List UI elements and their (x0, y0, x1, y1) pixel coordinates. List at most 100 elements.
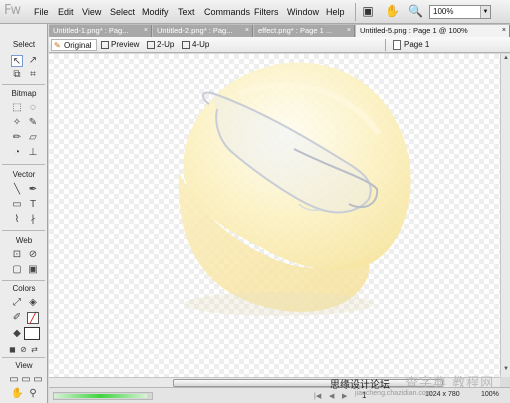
watermark-url: jiaocheng.chazidian.com (355, 390, 432, 397)
blur-tool-icon[interactable]: ◔ (11, 147, 23, 159)
paint-bucket-icon[interactable]: ◈ (27, 297, 39, 309)
text-tool-icon[interactable]: T (27, 199, 39, 211)
line-tool-icon[interactable]: ╲ (11, 184, 23, 196)
stroke-swatch-icon[interactable]: ╱ (27, 312, 39, 324)
slice-tool-icon[interactable]: ⊘ (27, 249, 39, 261)
view-bar: ✎ Original Preview 2-Up 4-Up Page 1 (49, 37, 510, 53)
standard-screen-icon[interactable]: ▭ (8, 374, 20, 386)
tab-original-label: Original (64, 41, 92, 50)
menu-window[interactable]: Window (287, 7, 319, 17)
doc-tab-untitled-2[interactable]: Untitled-2.png* : Pag... × (153, 25, 253, 37)
tab-2-up-label: 2-Up (157, 40, 175, 49)
tools-divider (2, 357, 45, 358)
chevron-down-icon: ▼ (480, 6, 490, 18)
tab-2-up[interactable]: 2-Up (145, 39, 174, 51)
hand-icon[interactable]: ✋ (11, 388, 23, 400)
scale-tool-icon[interactable]: ⧉ (11, 69, 23, 81)
vertical-scrollbar[interactable]: ▲ ▼ (500, 54, 510, 377)
tools-section-view: View (15, 361, 33, 370)
full-screen-icon[interactable]: ▭ (32, 374, 44, 386)
pointer-tool-icon[interactable]: ↖ (11, 55, 23, 67)
eyedropper-tool-icon[interactable]: ⤢ (11, 297, 23, 309)
eraser-tool-icon[interactable]: ▱ (27, 132, 39, 144)
document-tabs: Untitled-1.png* : Pag... × Untitled-2.pn… (49, 24, 510, 37)
magic-wand-icon[interactable]: ✧ (11, 117, 23, 129)
tab-4-up[interactable]: 4-Up (180, 39, 209, 51)
stroke-color-icon[interactable]: ✐ (11, 312, 23, 324)
doc-tab-label: Untitled-1.png* : Pag... (53, 26, 129, 35)
menu-view[interactable]: View (82, 7, 101, 17)
zoom-icon[interactable]: ⚲ (27, 388, 39, 400)
hand-tool-icon[interactable]: ✋ (385, 4, 400, 18)
progress-bar (53, 392, 153, 400)
scroll-down-icon[interactable]: ▼ (502, 366, 510, 375)
tools-section-select: Select (12, 40, 36, 49)
tab-original[interactable]: ✎ Original (51, 39, 97, 51)
rectangle-tool-icon[interactable]: ▭ (11, 199, 23, 211)
tab-preview[interactable]: Preview (99, 39, 139, 51)
menu-edit[interactable]: Edit (58, 7, 74, 17)
close-icon[interactable]: × (144, 25, 148, 37)
tab-preview-label: Preview (111, 40, 140, 49)
four-up-icon (182, 41, 190, 49)
first-page-icon[interactable]: |◀ (314, 392, 321, 400)
hotspot-tool-icon[interactable]: ⊡ (11, 249, 23, 261)
marquee-tool-icon[interactable]: ⬚ (11, 102, 23, 114)
fill-color-icon[interactable]: ◆ (11, 328, 23, 340)
page-indicator[interactable]: Page 1 (392, 39, 429, 51)
menu-help[interactable]: Help (326, 7, 345, 17)
knife-tool-icon[interactable]: ∤ (27, 214, 39, 226)
scroll-up-icon[interactable]: ▲ (502, 55, 510, 64)
menu-filters[interactable]: Filters (254, 7, 279, 17)
subselect-tool-icon[interactable]: ↗ (27, 55, 39, 67)
play-icon[interactable]: ▶ (342, 392, 347, 400)
menu-modify[interactable]: Modify (142, 7, 169, 17)
doc-tab-effect[interactable]: effect.png* : Page 1 ... × (254, 25, 355, 37)
lasso-tool-icon[interactable]: ◌ (27, 102, 39, 114)
default-colors-icon[interactable]: ◼ (8, 344, 17, 354)
brush-tool-icon[interactable]: ✎ (27, 117, 39, 129)
tools-divider (2, 84, 45, 85)
freeform-tool-icon[interactable]: ⌇ (11, 214, 23, 226)
menu-text[interactable]: Text (178, 7, 195, 17)
tools-divider (2, 164, 45, 165)
two-up-icon (147, 41, 155, 49)
pencil-tool-icon[interactable]: ✏ (11, 132, 23, 144)
swap-colors-icon[interactable]: ⇄ (30, 344, 39, 354)
fill-swatch-icon[interactable] (24, 327, 40, 340)
horizontal-scroll-thumb[interactable] (173, 379, 443, 387)
doc-tab-label: effect.png* : Page 1 ... (258, 26, 333, 35)
menu-commands[interactable]: Commands (204, 7, 250, 17)
tab-4-up-label: 4-Up (192, 40, 210, 49)
pen-tool-icon[interactable]: ✒ (27, 184, 39, 196)
stamp-tool-icon[interactable]: ⊥ (27, 147, 39, 159)
tools-panel: Select ↖ ↗ ⧉ ⌗ Bitmap ⬚ ◌ ✧ ✎ ✏ ▱ ◔ ⊥ Ve… (0, 24, 48, 403)
doc-tab-untitled-1[interactable]: Untitled-1.png* : Pag... × (49, 25, 152, 37)
close-icon[interactable]: × (347, 25, 351, 37)
prev-page-icon[interactable]: ◀ (329, 392, 334, 400)
status-zoom[interactable]: 100% (481, 391, 499, 398)
view-bar-separator (385, 39, 386, 51)
zoom-tool-icon[interactable]: 🔍 (408, 4, 423, 18)
doc-tab-label: Untitled-5.png : Page 1 @ 100% (360, 26, 468, 35)
progress-fill (54, 394, 148, 398)
crop-tool-icon[interactable]: ⌗ (27, 69, 39, 81)
zoom-select[interactable]: 100% ▼ (429, 5, 491, 19)
menu-select[interactable]: Select (110, 7, 135, 17)
close-icon[interactable]: × (245, 25, 249, 37)
full-screen-menu-icon[interactable]: ▭ (20, 374, 32, 386)
tools-section-colors: Colors (12, 284, 36, 293)
hide-slices-icon[interactable]: ▢ (11, 264, 23, 276)
pencil-icon: ✎ (54, 41, 61, 50)
document-canvas[interactable] (49, 54, 500, 377)
watermark-text: 思缘设计论坛 (330, 380, 390, 391)
close-icon[interactable]: × (502, 25, 506, 37)
menu-file[interactable]: File (34, 7, 49, 17)
tools-section-web: Web (15, 236, 33, 245)
show-slices-icon[interactable]: ▣ (27, 264, 39, 276)
doc-tab-untitled-5[interactable]: Untitled-5.png : Page 1 @ 100% × (356, 25, 510, 37)
app-logo: Fw (4, 3, 21, 18)
no-color-icon[interactable]: ⊘ (19, 344, 28, 354)
preview-icon (101, 41, 109, 49)
screen-mode-icon[interactable]: ▣ (361, 4, 375, 18)
